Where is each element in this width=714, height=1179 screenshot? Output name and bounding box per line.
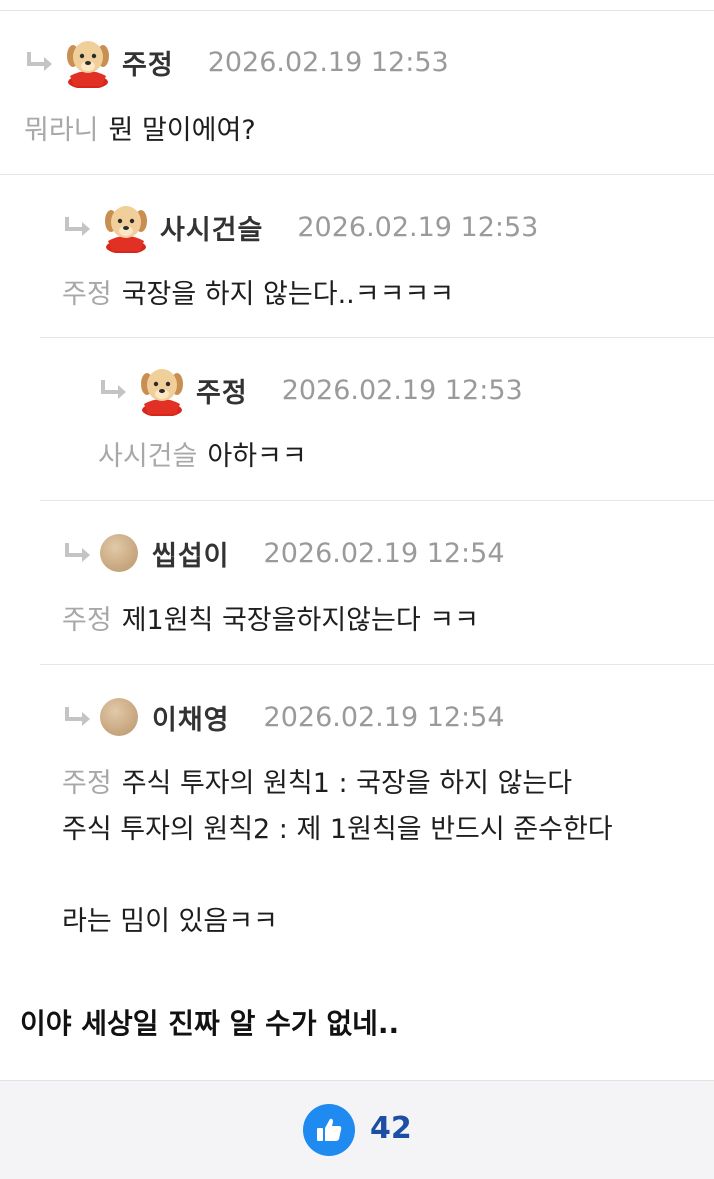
comment-header: 사시건슬 2026.02.19 12:53: [62, 197, 538, 257]
comment-line: 라는 밈이 있음ㅋㅋ: [62, 906, 278, 937]
mention-name[interactable]: 뭐라니: [24, 115, 99, 146]
comment-date: 2026.02.19 12:53: [281, 374, 523, 406]
comment-date: 2026.02.19 12:54: [263, 537, 505, 569]
comment: 주정 2026.02.19 12:53 사시건슬 아하ㅋㅋ: [40, 337, 714, 501]
puppy-avatar[interactable]: [136, 364, 188, 416]
reply-arrow-icon: [101, 380, 126, 399]
comment-line: 주정 주식 투자의 원칙1 : 국장을 하지 않는다: [62, 761, 613, 807]
comment-date: 2026.02.19 12:54: [263, 701, 505, 733]
reply-arrow-icon: [65, 707, 90, 726]
reply-arrow-icon: [27, 52, 52, 71]
default-circle-avatar[interactable]: [100, 534, 138, 572]
like-bar: 42: [0, 1080, 714, 1179]
comment-body: 주정 제1원칙 국장을하지않는다 ㅋㅋ: [62, 598, 479, 644]
comment-body: 주정 주식 투자의 원칙1 : 국장을 하지 않는다 주식 투자의 원칙2 : 제…: [62, 761, 613, 945]
comment-header: 주정 2026.02.19 12:53: [98, 360, 523, 420]
comment-date: 2026.02.19 12:53: [207, 46, 449, 78]
comment: 주정 2026.02.19 12:53 뭐라니 뭔 말이에여?: [24, 32, 714, 174]
article-caption: 이야 세상일 진짜 알 수가 없네..: [20, 1007, 400, 1040]
mention-name[interactable]: 주정: [62, 279, 112, 310]
puppy-avatar[interactable]: [62, 36, 114, 88]
comment-author[interactable]: 사시건슬: [160, 208, 263, 247]
comment-author[interactable]: 주정: [196, 371, 248, 410]
comment-date: 2026.02.19 12:53: [297, 211, 539, 243]
comment-body: 뭐라니 뭔 말이에여?: [24, 108, 256, 154]
comment-text: 뭔 말이에여?: [108, 115, 256, 146]
top-divider: [0, 10, 714, 11]
comment: 이채영 2026.02.19 12:54 주정 주식 투자의 원칙1 : 국장을 …: [40, 664, 714, 965]
comment-header: 주정 2026.02.19 12:53: [24, 32, 449, 92]
reply-arrow-icon: [65, 217, 90, 236]
comment-text: 국장을 하지 않는다..ㅋㅋㅋㅋ: [121, 279, 455, 310]
comment-text: 제1원칙 국장을하지않는다 ㅋㅋ: [121, 605, 479, 636]
mention-name[interactable]: 주정: [62, 605, 112, 636]
mention-name[interactable]: 주정: [62, 768, 112, 799]
comment-text: 아하ㅋㅋ: [207, 441, 307, 472]
comment: 사시건슬 2026.02.19 12:53 주정 국장을 하지 않는다..ㅋㅋㅋㅋ: [0, 174, 714, 337]
comment-author[interactable]: 주정: [122, 43, 174, 82]
comment-body: 주정 국장을 하지 않는다..ㅋㅋㅋㅋ: [62, 272, 454, 318]
default-circle-avatar[interactable]: [100, 698, 138, 736]
comment-header: 이채영 2026.02.19 12:54: [62, 687, 505, 747]
comment-author[interactable]: 이채영: [152, 698, 230, 737]
comment-author[interactable]: 씹섭이: [152, 534, 230, 573]
comment-body: 사시건슬 아하ㅋㅋ: [98, 434, 307, 480]
comment-text: 주식 투자의 원칙1 : 국장을 하지 않는다: [121, 768, 573, 799]
mention-name[interactable]: 사시건슬: [98, 441, 197, 472]
puppy-avatar[interactable]: [100, 201, 152, 253]
like-button[interactable]: [303, 1104, 355, 1156]
like-count: 42: [370, 1111, 412, 1146]
comment-line: 주식 투자의 원칙2 : 제 1원칙을 반드시 준수한다: [62, 814, 613, 845]
reply-arrow-icon: [65, 543, 90, 562]
comment: 씹섭이 2026.02.19 12:54 주정 제1원칙 국장을하지않는다 ㅋㅋ: [40, 500, 714, 665]
thumbs-up-icon: [317, 1118, 342, 1141]
comment-header: 씹섭이 2026.02.19 12:54: [62, 523, 505, 583]
